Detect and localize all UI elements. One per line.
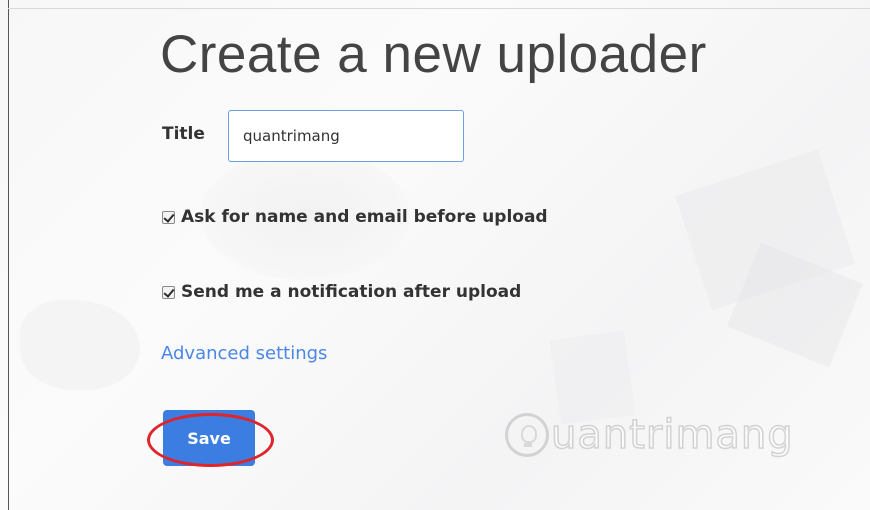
watermark: uantrimang bbox=[505, 411, 794, 459]
checkmark-icon bbox=[163, 285, 175, 298]
save-button[interactable]: Save bbox=[163, 410, 255, 466]
background-leaf-decoration bbox=[20, 300, 140, 390]
send-notification-option[interactable]: Send me a notification after upload bbox=[162, 282, 521, 302]
ask-name-email-checkbox[interactable] bbox=[162, 210, 175, 224]
title-input[interactable] bbox=[228, 110, 464, 162]
left-border bbox=[8, 0, 9, 510]
ask-name-email-label[interactable]: Ask for name and email before upload bbox=[181, 207, 548, 227]
watermark-text: uantrimang bbox=[550, 411, 794, 459]
page-title: Create a new uploader bbox=[160, 25, 707, 84]
advanced-settings-link[interactable]: Advanced settings bbox=[161, 343, 327, 364]
background-phone-decoration bbox=[549, 330, 636, 425]
page-frame: Create a new uploader Title Ask for name… bbox=[0, 0, 870, 510]
send-notification-checkbox[interactable] bbox=[162, 285, 175, 299]
lightbulb-icon bbox=[505, 413, 549, 457]
send-notification-label[interactable]: Send me a notification after upload bbox=[181, 282, 521, 302]
ask-name-email-option[interactable]: Ask for name and email before upload bbox=[162, 207, 548, 227]
checkmark-icon bbox=[163, 210, 175, 223]
title-label: Title bbox=[162, 124, 205, 144]
top-border bbox=[8, 8, 870, 9]
